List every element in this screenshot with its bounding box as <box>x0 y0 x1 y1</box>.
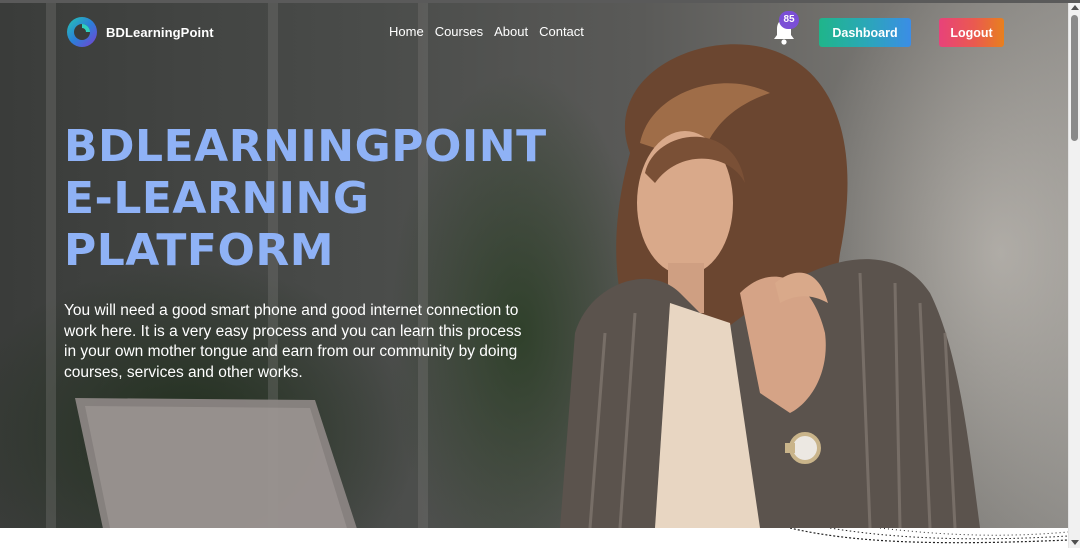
hero-woman-image <box>560 44 980 528</box>
main-nav: Home Courses About Contact <box>389 24 584 39</box>
page-scrollbar[interactable] <box>1068 3 1080 548</box>
hero-description: You will need a good smart phone and goo… <box>64 302 522 381</box>
notification-count-badge: 85 <box>779 11 799 29</box>
scroll-down-arrow-icon[interactable] <box>1071 540 1079 545</box>
hero-title: BDLEARNINGPOINT E-LEARNING PLATFORM <box>64 121 584 277</box>
hero-title-line: PLATFORM <box>64 225 335 276</box>
bdlearningpoint-logo-icon <box>67 17 97 47</box>
nav-link-courses[interactable]: Courses <box>435 24 483 39</box>
nav-link-home[interactable]: Home <box>389 24 424 39</box>
logout-button[interactable]: Logout <box>939 18 1004 47</box>
scroll-up-arrow-icon[interactable] <box>1071 5 1079 10</box>
hero-title-line: BDLEARNINGPOINT <box>64 121 547 172</box>
brand-logo[interactable]: BDLearningPoint <box>66 16 214 48</box>
decorative-wave <box>790 528 1068 544</box>
hero-title-line: E-LEARNING <box>64 173 370 224</box>
nav-link-about[interactable]: About <box>494 24 528 39</box>
scrollbar-thumb[interactable] <box>1071 15 1078 141</box>
dashboard-button[interactable]: Dashboard <box>819 18 911 47</box>
top-navbar: BDLearningPoint Home Courses About Conta… <box>0 3 1068 63</box>
laptop-image <box>75 398 357 528</box>
nav-link-contact[interactable]: Contact <box>539 24 584 39</box>
background-window-frame <box>46 3 56 528</box>
brand-name: BDLearningPoint <box>106 24 214 40</box>
browser-viewport: BDLearningPoint Home Courses About Conta… <box>0 0 1080 548</box>
